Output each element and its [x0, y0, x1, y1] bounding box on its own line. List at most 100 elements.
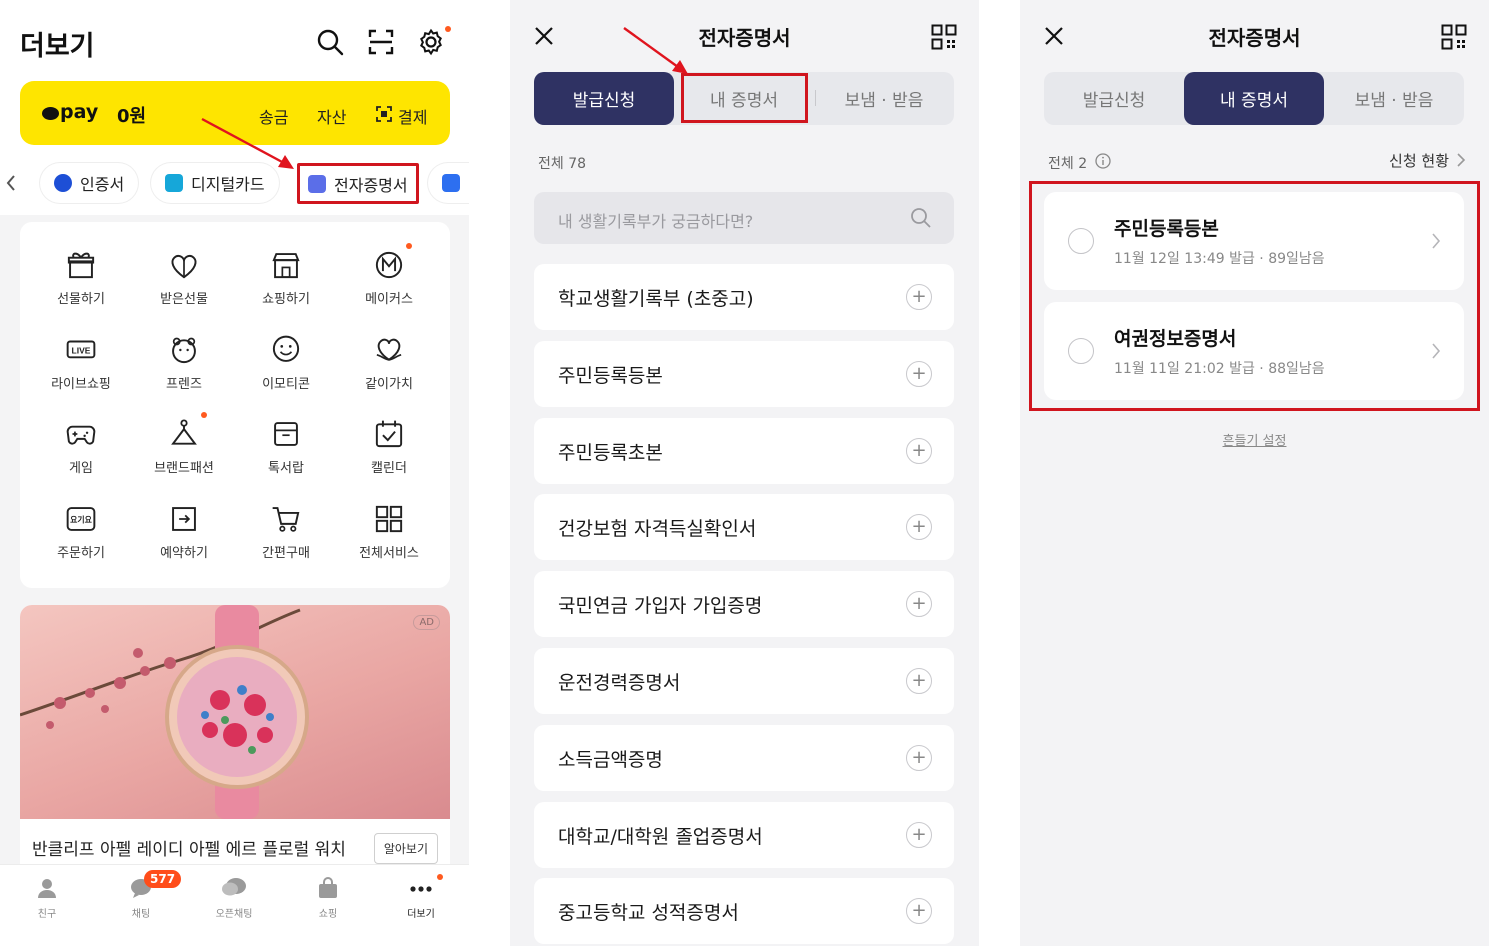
qr-code-icon[interactable] [1441, 24, 1467, 50]
shake-setting-link[interactable]: 흔들기 설정 [1020, 430, 1489, 449]
shortcut-scroll-left[interactable] [0, 170, 22, 196]
certificate-list-item[interactable]: 소득금액증명 + [534, 724, 954, 791]
tab-sent-received[interactable]: 보냄 · 받음 [814, 72, 954, 125]
service-makers[interactable]: 메이커스 [339, 248, 439, 332]
shortcut-next[interactable] [428, 163, 469, 203]
scan-icon[interactable] [367, 28, 395, 56]
certificate-list-item[interactable]: 국민연금 가입자 가입증명 + [534, 571, 954, 638]
service-label: 이모티콘 [262, 377, 310, 392]
ad-image [20, 605, 450, 819]
tab-issue-request[interactable]: 발급신청 [1044, 72, 1184, 125]
service-store[interactable]: 쇼핑하기 [236, 248, 336, 332]
certificate-list-item[interactable]: 학교생활기록부 (초중고) + [534, 264, 954, 330]
plus-icon[interactable]: + [906, 284, 932, 310]
service-friends[interactable]: 프렌즈 [134, 333, 234, 417]
service-drawer[interactable]: 톡서랍 [236, 417, 336, 501]
watch-illustration [20, 605, 309, 819]
svg-text:요기요: 요기요 [70, 515, 92, 525]
certificate-list-item[interactable]: 주민등록초본 + [534, 417, 954, 484]
service-cart[interactable]: 간편구매 [236, 502, 336, 586]
certificate-list-item[interactable]: 중고등학교 성적증명서 + [534, 878, 954, 945]
search-icon[interactable] [910, 207, 932, 229]
tab-friends[interactable]: 친구 [7, 877, 87, 920]
service-label: 쇼핑하기 [262, 292, 310, 307]
certificate-issued-info: 11월 11일 21:02 발급 · 88일남음 [1114, 361, 1325, 377]
tab-sent-received[interactable]: 보냄 · 받음 [1324, 72, 1464, 125]
service-label: 전체서비스 [359, 546, 419, 561]
pay-balance[interactable]: 0원 [117, 102, 146, 128]
certificate-list-item[interactable]: 주민등록등본 + [534, 340, 954, 407]
request-status-link[interactable]: 신청 현황 [1389, 150, 1449, 171]
more-screen: 더보기 pay 0원 송금 자산 결제 인증서 디지털카드 전자증명서 AD 반… [0, 0, 469, 946]
plus-icon[interactable]: + [906, 898, 932, 925]
plus-icon[interactable]: + [906, 668, 932, 694]
service-label: 간편구매 [262, 546, 310, 561]
shopping-bag-icon [319, 877, 337, 898]
received-gift-icon [171, 254, 197, 279]
tab-issue-request[interactable]: 발급신청 [534, 72, 674, 125]
service-all-services[interactable]: 전체서비스 [339, 502, 439, 586]
new-dot [445, 26, 451, 32]
service-live[interactable]: LIVE 라이브쇼핑 [31, 333, 131, 417]
plus-icon[interactable]: + [906, 514, 932, 541]
service-order[interactable]: 요기요 주문하기 [31, 502, 131, 586]
learn-more-button[interactable]: 알아보기 [373, 833, 438, 864]
qr-code-icon[interactable] [931, 24, 957, 50]
search-icon[interactable] [316, 28, 344, 56]
select-radio[interactable] [1068, 228, 1094, 254]
search-placeholder: 내 생활기록부가 궁금하다면? [558, 212, 754, 231]
ad-banner[interactable]: AD 반클리프 아펠 레이디 아펠 에르 플로럴 워치 알아보기 [20, 605, 450, 875]
shortcut-e-certificate[interactable]: 전자증명서 [297, 163, 419, 204]
certificate-card[interactable]: 주민등록등본 11월 12일 13:49 발급 · 89일남음 [1044, 192, 1464, 290]
tab-shopping[interactable]: 쇼핑 [288, 877, 368, 920]
tab-more[interactable]: 더보기 [381, 877, 461, 920]
pay-payment-link[interactable]: 결제 [398, 104, 427, 128]
info-icon[interactable] [1095, 153, 1111, 169]
plus-icon[interactable]: + [906, 744, 932, 771]
service-label: 메이커스 [365, 292, 413, 307]
plus-icon[interactable]: + [906, 437, 932, 464]
certificate-type-label: 소득금액증명 [558, 748, 663, 771]
plus-icon[interactable]: + [906, 360, 932, 387]
person-icon [38, 879, 56, 898]
plus-icon[interactable]: + [906, 591, 932, 618]
pay-assets-link[interactable]: 자산 [317, 104, 346, 128]
service-gamepad[interactable]: 게임 [31, 417, 131, 501]
certificate-list-item[interactable]: 대학교/대학원 졸업증명서 + [534, 801, 954, 868]
tab-open-chat[interactable]: 오픈채팅 [194, 877, 274, 920]
service-reservation[interactable]: 예약하기 [134, 502, 234, 586]
new-dot [437, 874, 443, 880]
service-emoticon[interactable]: 이모티콘 [236, 333, 336, 417]
svg-text:LIVE: LIVE [72, 346, 91, 356]
calendar-icon [375, 420, 403, 448]
emoticon-icon [272, 335, 300, 362]
service-heart-hands[interactable]: 같이가치 [339, 333, 439, 417]
service-hanger[interactable]: 브랜드패션 [134, 417, 234, 501]
certificate-list-item[interactable]: 운전경력증명서 + [534, 648, 954, 714]
service-received-gift[interactable]: 받은선물 [134, 248, 234, 332]
plus-icon[interactable]: + [906, 821, 932, 848]
certificate-list-item[interactable]: 건강보험 자격득실확인서 + [534, 494, 954, 561]
drawer-icon [274, 422, 298, 446]
segment-control: 발급신청 내 증명서 보냄 · 받음 [1044, 72, 1464, 125]
shortcut-certificate[interactable]: 인증서 [40, 163, 139, 203]
service-gift[interactable]: 선물하기 [31, 248, 131, 332]
bottom-tab-bar: 친구 채팅 오픈채팅 쇼핑 더보기 [0, 864, 469, 946]
cart-icon [272, 507, 300, 532]
annotation-arrow [201, 117, 294, 169]
select-radio[interactable] [1068, 338, 1094, 364]
certificate-type-label: 학교생활기록부 (초중고) [558, 288, 754, 310]
hanger-icon [171, 419, 197, 445]
gift-icon [67, 252, 95, 279]
shortcut-label: 전자증명서 [334, 175, 408, 195]
my-certificates-screen: 전자증명서 발급신청 내 증명서 보냄 · 받음 전체 2 신청 현황 주민등록… [1020, 0, 1489, 946]
tab-my-certificates[interactable]: 내 증명서 [1184, 72, 1324, 125]
certificate-card[interactable]: 여권정보증명서 11월 11일 21:02 발급 · 88일남음 [1044, 302, 1464, 400]
service-calendar[interactable]: 캘린더 [339, 417, 439, 501]
certificate-type-label: 중고등학교 성적증명서 [558, 902, 739, 925]
search-bar[interactable]: 내 생활기록부가 궁금하다면? [534, 192, 954, 244]
service-label: 톡서랍 [268, 461, 304, 476]
page-title: 더보기 [20, 31, 95, 62]
settings-gear-icon[interactable] [417, 28, 445, 56]
ad-badge: AD [413, 615, 440, 630]
